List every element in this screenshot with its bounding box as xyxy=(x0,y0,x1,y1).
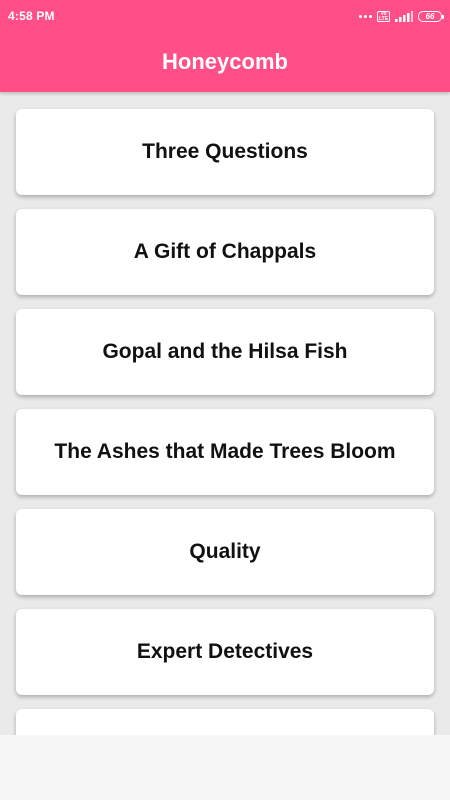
chapter-title: A Gift of Chappals xyxy=(133,240,317,263)
status-bar: 4:58 PM Vo LTE 66 xyxy=(0,0,450,32)
battery-icon: 66 xyxy=(418,10,444,22)
chapter-card-quality[interactable]: Quality xyxy=(16,509,434,595)
signal-icon xyxy=(395,11,413,22)
chapter-title: Expert Detectives xyxy=(136,640,314,663)
page-title: Honeycomb xyxy=(162,49,288,74)
bottom-blank-area xyxy=(0,735,450,800)
chapter-card-gopal-and-the-hilsa-fish[interactable]: Gopal and the Hilsa Fish xyxy=(16,309,434,395)
status-time: 4:58 PM xyxy=(8,9,55,23)
app-screen: 4:58 PM Vo LTE 66 Honeycomb Three Questi… xyxy=(0,0,450,800)
chapter-card-three-questions[interactable]: Three Questions xyxy=(16,109,434,195)
app-bar: Honeycomb xyxy=(0,32,450,92)
chapter-title: Three Questions xyxy=(142,140,308,163)
more-dots-icon xyxy=(359,14,372,18)
chapter-card-expert-detectives[interactable]: Expert Detectives xyxy=(16,609,434,695)
chapter-card-partial[interactable] xyxy=(16,709,434,735)
chapter-list[interactable]: Three Questions A Gift of Chappals Gopal… xyxy=(0,92,450,735)
volte-icon: Vo LTE xyxy=(377,10,390,22)
chapter-card-a-gift-of-chappals[interactable]: A Gift of Chappals xyxy=(16,209,434,295)
chapter-card-the-ashes-that-made-trees-bloom[interactable]: The Ashes that Made Trees Bloom xyxy=(16,409,434,495)
chapter-title: The Ashes that Made Trees Bloom xyxy=(54,440,396,463)
chapter-title: Gopal and the Hilsa Fish xyxy=(102,340,348,363)
chapter-title: Quality xyxy=(189,540,261,563)
status-icons: Vo LTE 66 xyxy=(359,7,444,25)
